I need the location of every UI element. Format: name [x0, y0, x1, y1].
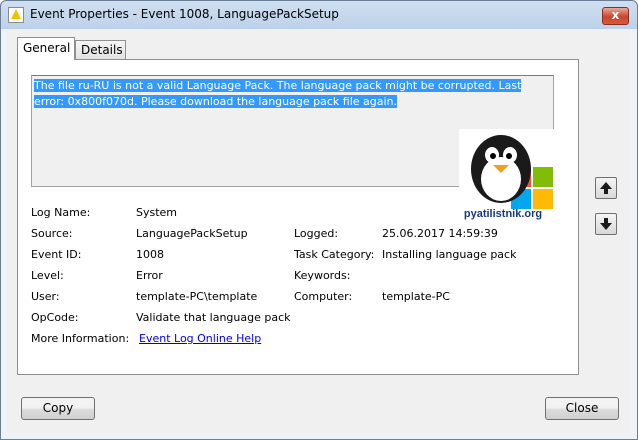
title-bar[interactable]: Event Properties - Event 1008, LanguageP…	[1, 1, 637, 29]
event-viewer-icon	[8, 7, 24, 23]
watermark-text: pyatilistnik.org	[464, 208, 542, 220]
more-information-label: More Information:	[31, 332, 130, 345]
event-properties-window: Event Properties - Event 1008, LanguageP…	[0, 0, 638, 440]
user-value[interactable]: template-PC\template	[136, 290, 257, 303]
event-id-value[interactable]: 1008	[136, 248, 164, 261]
event-id-label: Event ID:	[31, 248, 82, 261]
log-name-label: Log Name:	[31, 206, 91, 219]
event-description-box[interactable]: The file ru-RU is not a valid Language P…	[31, 75, 559, 229]
task-category-label: Task Category:	[294, 248, 375, 261]
event-description-text[interactable]: The file ru-RU is not a valid Language P…	[34, 78, 539, 110]
source-value[interactable]: LanguagePackSetup	[136, 227, 248, 240]
arrow-down-icon	[600, 218, 612, 230]
keywords-label: Keywords:	[294, 269, 351, 282]
selected-description: The file ru-RU is not a valid Language P…	[34, 79, 522, 108]
source-label: Source:	[31, 227, 73, 240]
next-event-button[interactable]	[595, 213, 617, 235]
log-name-value[interactable]: System	[136, 206, 177, 219]
penguin-watermark-logo: pyatilistnik.org	[459, 129, 559, 229]
dialog-client-area: General Details The file ru-RU is not a …	[7, 29, 631, 433]
tab-details[interactable]: Details	[75, 40, 126, 59]
arrow-up-icon	[600, 182, 612, 194]
close-window-button[interactable]: x	[602, 7, 629, 25]
user-label: User:	[31, 290, 60, 303]
close-button[interactable]: Close	[545, 397, 619, 420]
window-title: Event Properties - Event 1008, LanguageP…	[30, 7, 339, 21]
previous-event-button[interactable]	[595, 177, 617, 199]
computer-label: Computer:	[294, 290, 353, 303]
level-value[interactable]: Error	[136, 269, 163, 282]
level-label: Level:	[31, 269, 64, 282]
logged-value[interactable]: 25.06.2017 14:59:39	[382, 227, 498, 240]
opcode-value[interactable]: Validate that language pack	[136, 311, 291, 324]
computer-value[interactable]: template-PC	[382, 290, 450, 303]
logged-label: Logged:	[294, 227, 339, 240]
tab-general[interactable]: General	[17, 37, 75, 60]
warning-icon	[11, 9, 21, 19]
copy-button[interactable]: Copy	[21, 397, 95, 420]
task-category-value[interactable]: Installing language pack	[382, 248, 516, 261]
event-log-online-help-link[interactable]: Event Log Online Help	[139, 332, 261, 345]
opcode-label: OpCode:	[31, 311, 79, 324]
general-panel: The file ru-RU is not a valid Language P…	[17, 59, 579, 375]
